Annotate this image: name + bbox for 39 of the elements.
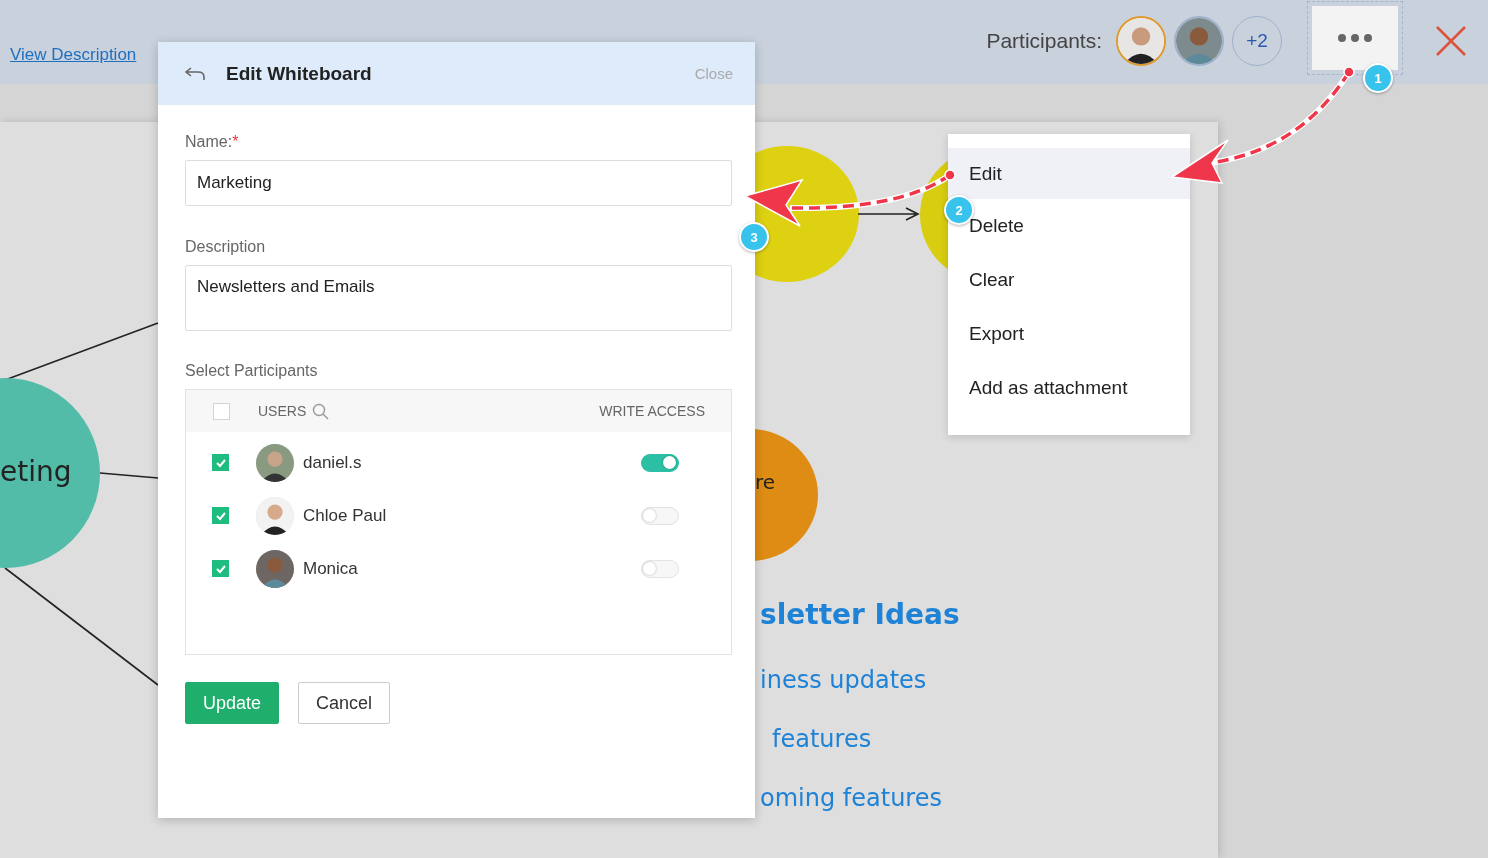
user-name: daniel.s [303,452,363,473]
avatar [256,549,294,588]
column-heading: USERS [258,403,307,419]
connector-arrow [857,207,920,221]
board-heading: sletter Ideas [760,598,960,631]
connector-line [99,472,159,479]
user-name: Monica [303,558,359,579]
node-label: re [755,470,776,494]
cancel-button[interactable]: Cancel [298,682,391,724]
avatar [256,496,294,535]
dialog-title: Edit Whiteboard [226,62,373,85]
menu-item[interactable]: Export [948,307,1190,361]
more-button[interactable] [1312,6,1398,70]
user-name: Chloe Paul [303,505,388,526]
field-label: Name:* [185,133,240,151]
name-field[interactable]: Marketing [185,160,732,206]
board-text: oming features [760,784,942,812]
menu-item[interactable]: Edit [948,148,1190,199]
description-field[interactable]: Newsletters and Emails [185,265,732,331]
field-label: Description [185,238,267,256]
menu-item[interactable]: Clear [948,253,1190,307]
node-label: eting [0,455,72,488]
participants-label: Participants: [986,29,1102,53]
checkbox[interactable] [212,454,229,471]
search-icon[interactable] [312,402,330,420]
more-participants-badge[interactable]: +2 [1232,16,1282,66]
section-label: Select Participants [185,362,319,380]
menu-item[interactable]: Add as attachment [948,361,1190,415]
avatar [256,443,294,482]
checkbox[interactable] [213,402,230,420]
board-text: features [772,725,872,753]
close-icon[interactable] [1434,24,1468,58]
checkbox[interactable] [212,560,229,577]
step-number-tooltip: 1 [1363,63,1393,93]
back-icon[interactable] [184,65,206,82]
board-text: iness updates [760,666,927,694]
write-access-toggle[interactable] [641,453,679,472]
checkbox[interactable] [212,507,229,524]
column-heading: WRITE ACCESS [599,403,705,419]
